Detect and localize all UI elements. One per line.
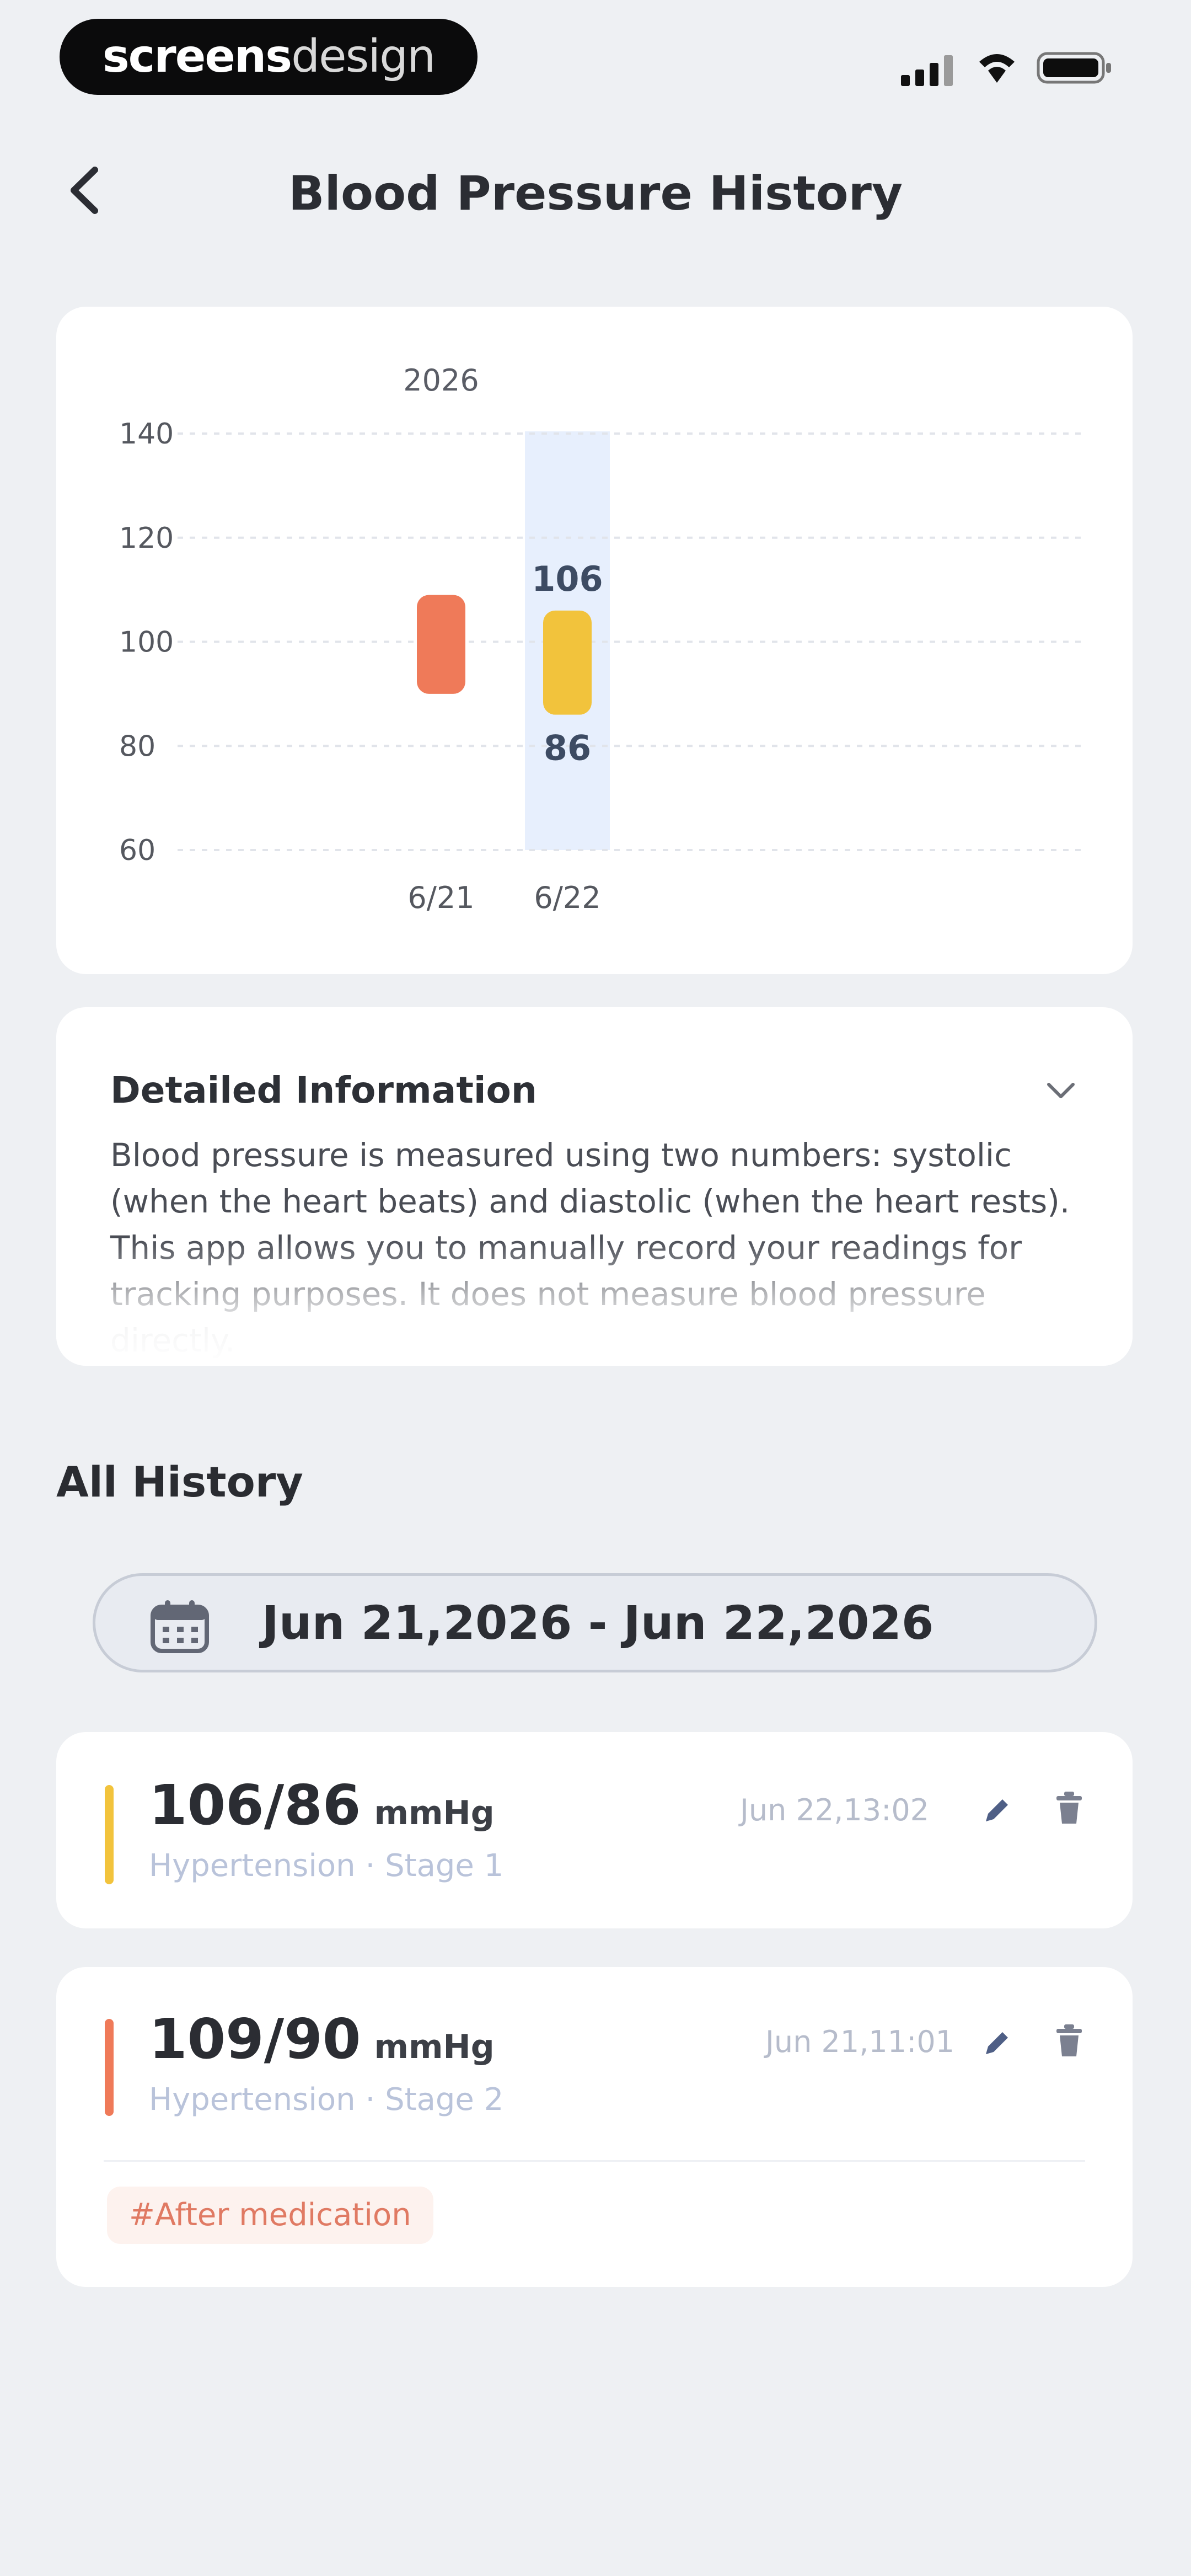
chart-year-label: 2026 [403,363,479,398]
chart-bar-6-22[interactable] [543,610,592,715]
wifi-icon [979,54,1015,83]
status-bar: screensdesign [0,0,1191,110]
date-range-picker[interactable]: Jun 21,2026 - Jun 22,2026 [93,1573,1097,1672]
record-value: 109/90 [149,2007,361,2071]
edit-icon[interactable] [980,2027,1013,2060]
date-range-text: Jun 21,2026 - Jun 22,2026 [261,1596,934,1650]
y-tick-label: 120 [119,522,174,555]
brand-logo-light: design [291,30,436,83]
x-tick-label: 6/22 [534,880,600,915]
y-tick-label: 100 [119,626,174,659]
chart-bar-6-21[interactable] [417,595,465,694]
history-record[interactable]: 106/86 mmHg Hypertension · Stage 1 Jun 22… [56,1732,1133,1928]
record-tag[interactable]: #After medication [107,2187,433,2244]
record-accent-bar [105,2019,114,2116]
selected-high-label: 106 [532,559,603,599]
record-unit: mmHg [374,1794,495,1832]
page-title: Blood Pressure History [288,166,903,221]
info-title: Detailed Information [110,1069,537,1111]
chart-card: 140 120 100 80 60 6/21 6/22 2026 106 86 [56,307,1133,974]
record-reading: 106/86 mmHg [149,1773,495,1837]
record-time: Jun 22,13:02 [740,1793,930,1827]
trash-icon[interactable] [1054,1791,1084,1826]
record-stage: Hypertension · Stage 2 [149,2082,504,2118]
record-time: Jun 21,11:01 [765,2024,955,2059]
record-value: 106/86 [149,1773,361,1837]
detailed-info-card[interactable]: Detailed Information Blood pressure is m… [56,1007,1133,1366]
y-tick-label: 140 [119,418,174,451]
all-history-title: All History [56,1457,303,1506]
edit-icon[interactable] [980,1794,1013,1827]
y-tick-label: 60 [119,834,155,867]
history-record[interactable]: 109/90 mmHg Hypertension · Stage 2 Jun 21… [56,1967,1133,2287]
record-reading: 109/90 mmHg [149,2007,495,2071]
record-accent-bar [105,1785,114,1884]
battery-icon [1037,52,1111,84]
brand-logo-bold: screens [102,30,292,83]
info-fade-overlay [56,1239,1133,1366]
record-unit: mmHg [374,2028,495,2066]
cellular-signal-icon [901,55,953,86]
x-tick-label: 6/21 [407,880,474,915]
brand-logo: screensdesign [60,19,478,95]
record-stage: Hypertension · Stage 1 [149,1848,504,1884]
trash-icon[interactable] [1054,2023,1084,2059]
blood-pressure-chart: 140 120 100 80 60 6/21 6/22 2026 106 86 [119,363,1082,915]
y-tick-label: 80 [119,730,155,763]
back-arrow-icon[interactable] [61,160,110,221]
record-divider [104,2160,1085,2162]
chevron-down-icon[interactable] [1043,1072,1079,1108]
selected-low-label: 86 [544,728,591,768]
